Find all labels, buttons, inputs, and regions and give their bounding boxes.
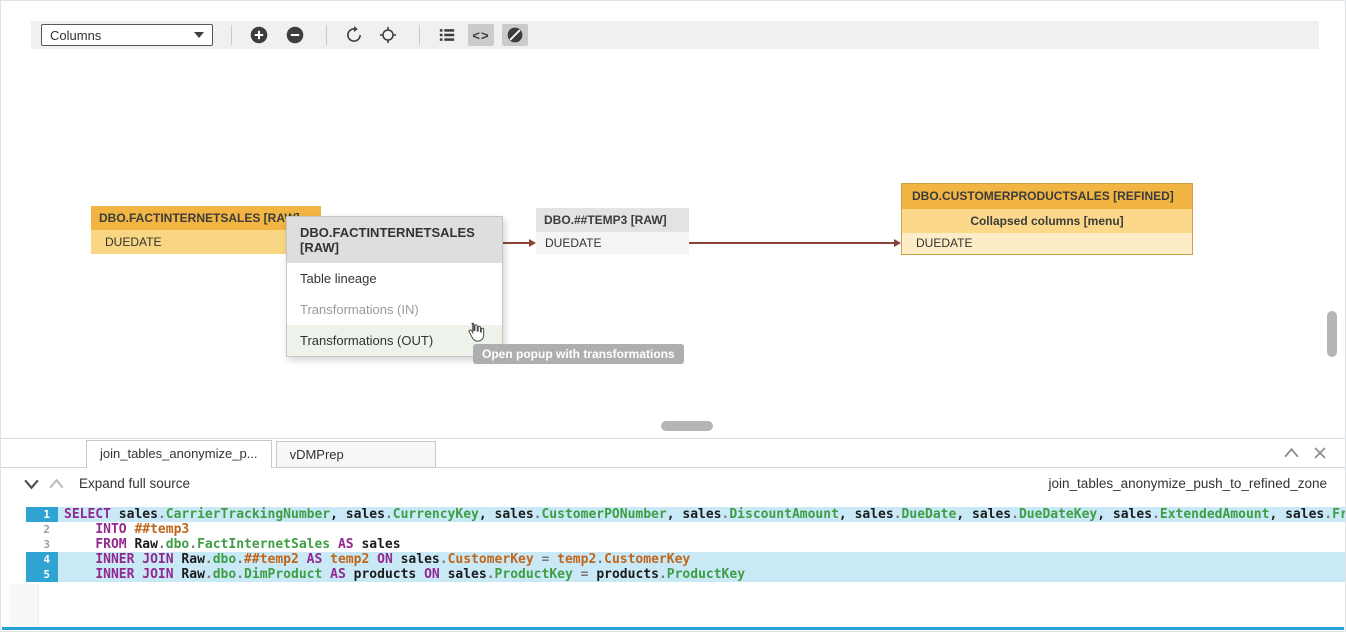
code-line: 4 INNER JOIN Raw.dbo.##temp2 AS temp2 ON… (1, 552, 1345, 567)
code-text: INTO ##temp3 (58, 522, 1345, 537)
line-number: 5 (26, 567, 58, 582)
refresh-icon (345, 26, 363, 44)
scroll-down-button[interactable] (23, 477, 40, 495)
context-menu-item[interactable]: Table lineage (287, 263, 502, 294)
code-line: 2 INTO ##temp3 (1, 522, 1345, 537)
collapse-panel-button[interactable] (1283, 446, 1300, 460)
list-view-button[interactable] (434, 24, 460, 46)
code-text: FROM Raw.dbo.FactInternetSales AS sales (58, 537, 1345, 552)
refresh-button[interactable] (341, 24, 367, 46)
code-icon: <> (472, 28, 489, 43)
contrast-toggle-button[interactable] (502, 24, 528, 46)
line-number: 3 (26, 537, 58, 552)
gutter-strip (9, 584, 39, 629)
chevron-up-icon (1283, 447, 1300, 459)
toolbar-divider (326, 25, 327, 45)
code-view-button[interactable]: <> (468, 24, 494, 46)
source-subheader: Expand full source join_tables_anonymize… (1, 469, 1345, 501)
hand-cursor-icon (464, 321, 487, 349)
arrowhead-icon (894, 239, 901, 247)
zoom-out-icon (286, 26, 304, 44)
code-line: 3 FROM Raw.dbo.FactInternetSales AS sale… (1, 537, 1345, 552)
close-icon (1313, 446, 1327, 460)
code-lines: 1SELECT sales.CarrierTrackingNumber, sal… (1, 507, 1345, 582)
node-column-duedate[interactable]: DUEDATE (536, 232, 689, 254)
chevron-down-icon (194, 32, 204, 38)
node-column-duedate[interactable]: DUEDATE (902, 233, 1192, 254)
canvas-toolbar: Columns <> (31, 21, 1319, 49)
code-text: SELECT sales.CarrierTrackingNumber, sale… (58, 507, 1345, 522)
bottom-tabs: join_tables_anonymize_p...vDMPrep (86, 440, 436, 468)
expand-full-source-link[interactable]: Expand full source (79, 476, 190, 491)
node-temp3[interactable]: DBO.##TEMP3 [RAW] DUEDATE (536, 208, 689, 254)
collapsed-columns-menu[interactable]: Collapsed columns [menu] (902, 209, 1192, 233)
chevron-down-icon (23, 478, 40, 490)
tooltip: Open popup with transformations (473, 344, 684, 364)
toolbar-divider (231, 25, 232, 45)
zoom-in-button[interactable] (246, 24, 272, 46)
line-number: 1 (26, 507, 58, 522)
columns-dropdown[interactable]: Columns (41, 24, 213, 46)
source-script-title: join_tables_anonymize_push_to_refined_zo… (1049, 476, 1327, 491)
code-line: 1SELECT sales.CarrierTrackingNumber, sal… (1, 507, 1345, 522)
zoom-in-icon (250, 26, 268, 44)
columns-dropdown-value: Columns (50, 28, 101, 43)
horizontal-scrollbar-thumb[interactable] (661, 421, 713, 431)
tab-join-tables-anonymize-p-[interactable]: join_tables_anonymize_p... (86, 440, 272, 468)
vertical-scrollbar-thumb[interactable] (1327, 311, 1337, 357)
sql-code-viewer: 1SELECT sales.CarrierTrackingNumber, sal… (1, 507, 1345, 582)
fit-view-button[interactable] (375, 24, 401, 46)
tab-vdmprep[interactable]: vDMPrep (276, 441, 436, 468)
panel-controls (1283, 446, 1327, 460)
lineage-app-window: Columns <> DBO.FACTINTERNETS (0, 0, 1346, 632)
slash-circle-icon (506, 26, 524, 44)
panel-bottom-accent (2, 627, 1344, 630)
node-title[interactable]: DBO.CUSTOMERPRODUCTSALES [REFINED] (902, 184, 1192, 209)
node-customerproductsales[interactable]: DBO.CUSTOMERPRODUCTSALES [REFINED] Colla… (901, 183, 1193, 255)
lineage-edge (689, 242, 895, 244)
chevron-up-icon (48, 478, 65, 490)
line-number: 2 (26, 522, 58, 537)
code-text: INNER JOIN Raw.dbo.##temp2 AS temp2 ON s… (58, 552, 1345, 567)
code-text: INNER JOIN Raw.dbo.DimProduct AS product… (58, 567, 1345, 582)
close-panel-button[interactable] (1313, 446, 1327, 460)
code-line: 5 INNER JOIN Raw.dbo.DimProduct AS produ… (1, 567, 1345, 582)
crosshair-icon (379, 26, 397, 44)
arrowhead-icon (529, 239, 536, 247)
context-menu-title: DBO.FACTINTERNETSALES [RAW] (287, 217, 502, 263)
toolbar-divider (419, 25, 420, 45)
node-title[interactable]: DBO.##TEMP3 [RAW] (536, 208, 689, 232)
line-number: 4 (26, 552, 58, 567)
zoom-out-button[interactable] (282, 24, 308, 46)
panel-divider (1, 438, 1345, 439)
scroll-up-button[interactable] (48, 477, 65, 495)
list-icon (438, 26, 456, 44)
